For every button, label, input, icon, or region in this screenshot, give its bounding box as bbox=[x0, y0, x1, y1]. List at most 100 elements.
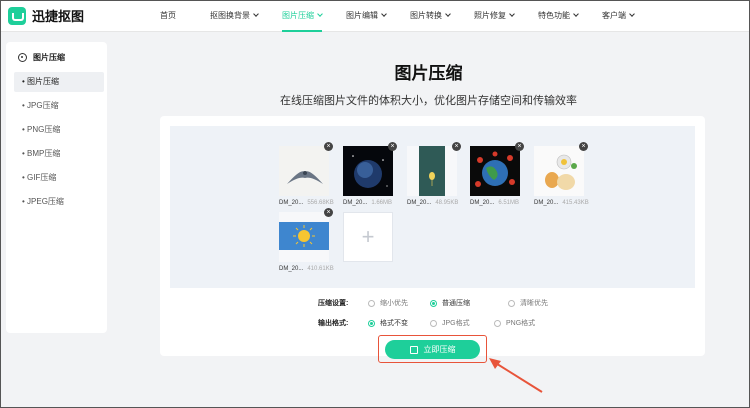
balloon-icon bbox=[407, 146, 457, 196]
planet-icon bbox=[343, 146, 393, 196]
compress-icon bbox=[18, 53, 27, 62]
chevron-down-icon bbox=[629, 11, 635, 17]
radio-label: 清晰优先 bbox=[520, 300, 548, 307]
file-name: DM_20... bbox=[343, 200, 368, 206]
radio-jpg-format[interactable]: JPG格式 bbox=[430, 318, 470, 328]
nav-item-compress[interactable]: 图片压缩 bbox=[282, 0, 323, 32]
compress-setting-row: 压缩设置: 缩小优先 普通压缩 清晰优先 bbox=[160, 296, 705, 310]
page-subtitle: 在线压缩图片文件的体积大小，优化图片存储空间和传输效率 bbox=[280, 95, 577, 107]
file-name: DM_20... bbox=[279, 200, 304, 206]
nav-item-edit[interactable]: 图片编辑 bbox=[346, 0, 387, 32]
sidebar-item-gif[interactable]: • GIF压缩 bbox=[14, 168, 104, 188]
compress-now-label: 立即压缩 bbox=[423, 345, 456, 354]
compress-setting-label: 压缩设置: bbox=[318, 300, 349, 307]
close-icon[interactable]: × bbox=[579, 142, 588, 151]
file-thumbnail[interactable]: × DM_20... 556.68KB bbox=[279, 142, 334, 206]
sidebar-item-label: 图片压缩 bbox=[27, 77, 60, 86]
compress-now-button[interactable]: 立即压缩 bbox=[385, 340, 480, 359]
close-icon[interactable]: × bbox=[452, 142, 461, 151]
close-icon[interactable]: × bbox=[324, 208, 333, 217]
radio-icon bbox=[368, 299, 375, 307]
chevron-down-icon bbox=[445, 11, 451, 17]
main-nav: 首页 抠图换背景 图片压缩 图片编辑 图片转换 照片修复 特色功能 客户端 bbox=[160, 0, 635, 32]
sidebar: 图片压缩 • 图片压缩 • JPG压缩 • PNG压缩 • BMP压缩 • GI… bbox=[6, 42, 107, 333]
radio-icon bbox=[430, 319, 437, 327]
file-caption: DM_20... 48.95KB bbox=[407, 200, 458, 206]
file-size: 415.43KB bbox=[562, 200, 589, 206]
chevron-down-icon bbox=[509, 11, 515, 17]
plus-icon: + bbox=[361, 224, 375, 249]
output-format-row: 输出格式: 格式不变 JPG格式 PNG格式 bbox=[160, 316, 705, 330]
file-size: 6.51MB bbox=[498, 200, 520, 206]
file-thumbnail[interactable]: × DM_20... 1.66MB bbox=[343, 142, 397, 206]
close-icon[interactable]: × bbox=[388, 142, 397, 151]
sidebar-item-label: JPEG压缩 bbox=[27, 197, 64, 206]
chevron-down-icon bbox=[381, 11, 387, 17]
compress-icon bbox=[409, 345, 418, 354]
file-size: 48.95KB bbox=[435, 200, 459, 206]
file-caption: DM_20... 6.51MB bbox=[470, 200, 519, 206]
sidebar-item-image-compress[interactable]: • 图片压缩 bbox=[14, 72, 104, 92]
radio-selected-icon bbox=[430, 299, 437, 307]
file-thumbnail[interactable]: × DM_20... 6.51MB bbox=[470, 142, 524, 206]
file-size: 1.66MB bbox=[371, 200, 393, 206]
nav-item-features[interactable]: 特色功能 bbox=[538, 0, 579, 32]
radio-keep-format[interactable]: 格式不变 bbox=[368, 318, 408, 328]
sidebar-item-label: GIF压缩 bbox=[27, 173, 57, 182]
food-icon bbox=[534, 146, 584, 196]
sidebar-item-bmp[interactable]: • BMP压缩 bbox=[14, 144, 104, 164]
add-image-button[interactable]: + bbox=[343, 212, 393, 262]
logo[interactable]: 迅捷抠图 bbox=[8, 6, 84, 25]
radio-label: JPG格式 bbox=[442, 320, 470, 327]
nav-item-convert[interactable]: 图片转换 bbox=[410, 0, 451, 32]
nav-item-cutout[interactable]: 抠图换背景 bbox=[210, 0, 259, 32]
radio-label: 格式不变 bbox=[380, 320, 408, 327]
sidebar-item-jpeg[interactable]: • JPEG压缩 bbox=[14, 192, 104, 212]
file-thumbnail[interactable]: × DM_20... 48.95KB bbox=[407, 142, 461, 206]
bird-icon bbox=[279, 146, 329, 196]
nav-item-label: 特色功能 bbox=[538, 11, 570, 20]
close-icon[interactable]: × bbox=[324, 142, 333, 151]
file-name: DM_20... bbox=[407, 200, 432, 206]
radio-clarity-first[interactable]: 清晰优先 bbox=[508, 298, 548, 308]
chevron-down-icon bbox=[317, 11, 323, 17]
file-caption: DM_20... 415.43KB bbox=[534, 200, 589, 206]
file-size: 556.68KB bbox=[307, 200, 334, 206]
radio-icon bbox=[508, 299, 515, 307]
radio-icon bbox=[494, 319, 501, 327]
nav-item-label: 照片修复 bbox=[474, 11, 506, 20]
radio-smallest-first[interactable]: 缩小优先 bbox=[368, 298, 408, 308]
file-size: 410.61KB bbox=[307, 266, 334, 272]
radio-png-format[interactable]: PNG格式 bbox=[494, 318, 535, 328]
radio-normal-compress[interactable]: 普通压缩 bbox=[430, 298, 470, 308]
close-icon[interactable]: × bbox=[515, 142, 524, 151]
sidebar-item-label: PNG压缩 bbox=[27, 125, 61, 134]
chevron-down-icon bbox=[253, 11, 259, 17]
page-title: 图片压缩 bbox=[394, 64, 463, 83]
nav-item-home[interactable]: 首页 bbox=[160, 0, 176, 32]
output-format-label: 输出格式: bbox=[318, 320, 349, 327]
sun-icon bbox=[279, 212, 329, 262]
sidebar-header-label: 图片压缩 bbox=[33, 53, 65, 62]
nav-item-client[interactable]: 客户端 bbox=[602, 0, 635, 32]
nav-item-label: 图片编辑 bbox=[346, 11, 378, 20]
file-caption: DM_20... 556.68KB bbox=[279, 200, 334, 206]
sidebar-item-jpg[interactable]: • JPG压缩 bbox=[14, 96, 104, 116]
nav-item-label: 图片转换 bbox=[410, 11, 442, 20]
file-name: DM_20... bbox=[279, 266, 304, 272]
file-name: DM_20... bbox=[534, 200, 559, 206]
nav-item-label: 抠图换背景 bbox=[210, 11, 250, 20]
sidebar-item-png[interactable]: • PNG压缩 bbox=[14, 120, 104, 140]
nav-item-label: 首页 bbox=[160, 11, 176, 20]
chevron-down-icon bbox=[573, 11, 579, 17]
nav-item-label: 客户端 bbox=[602, 11, 626, 20]
file-thumbnail[interactable]: × DM_20... 410.61KB bbox=[279, 208, 334, 272]
sidebar-item-label: BMP压缩 bbox=[27, 149, 61, 158]
sidebar-header: 图片压缩 bbox=[18, 52, 65, 63]
upload-dropzone[interactable]: × DM_20... 556.68KB × DM_20... 1.66MB × DM… bbox=[170, 126, 695, 288]
file-thumbnail[interactable]: × DM_20... 415.43KB bbox=[534, 142, 589, 206]
logo-icon bbox=[8, 6, 26, 25]
radio-label: PNG格式 bbox=[506, 320, 536, 327]
nav-item-repair[interactable]: 照片修复 bbox=[474, 0, 515, 32]
sidebar-item-label: JPG压缩 bbox=[27, 101, 59, 110]
